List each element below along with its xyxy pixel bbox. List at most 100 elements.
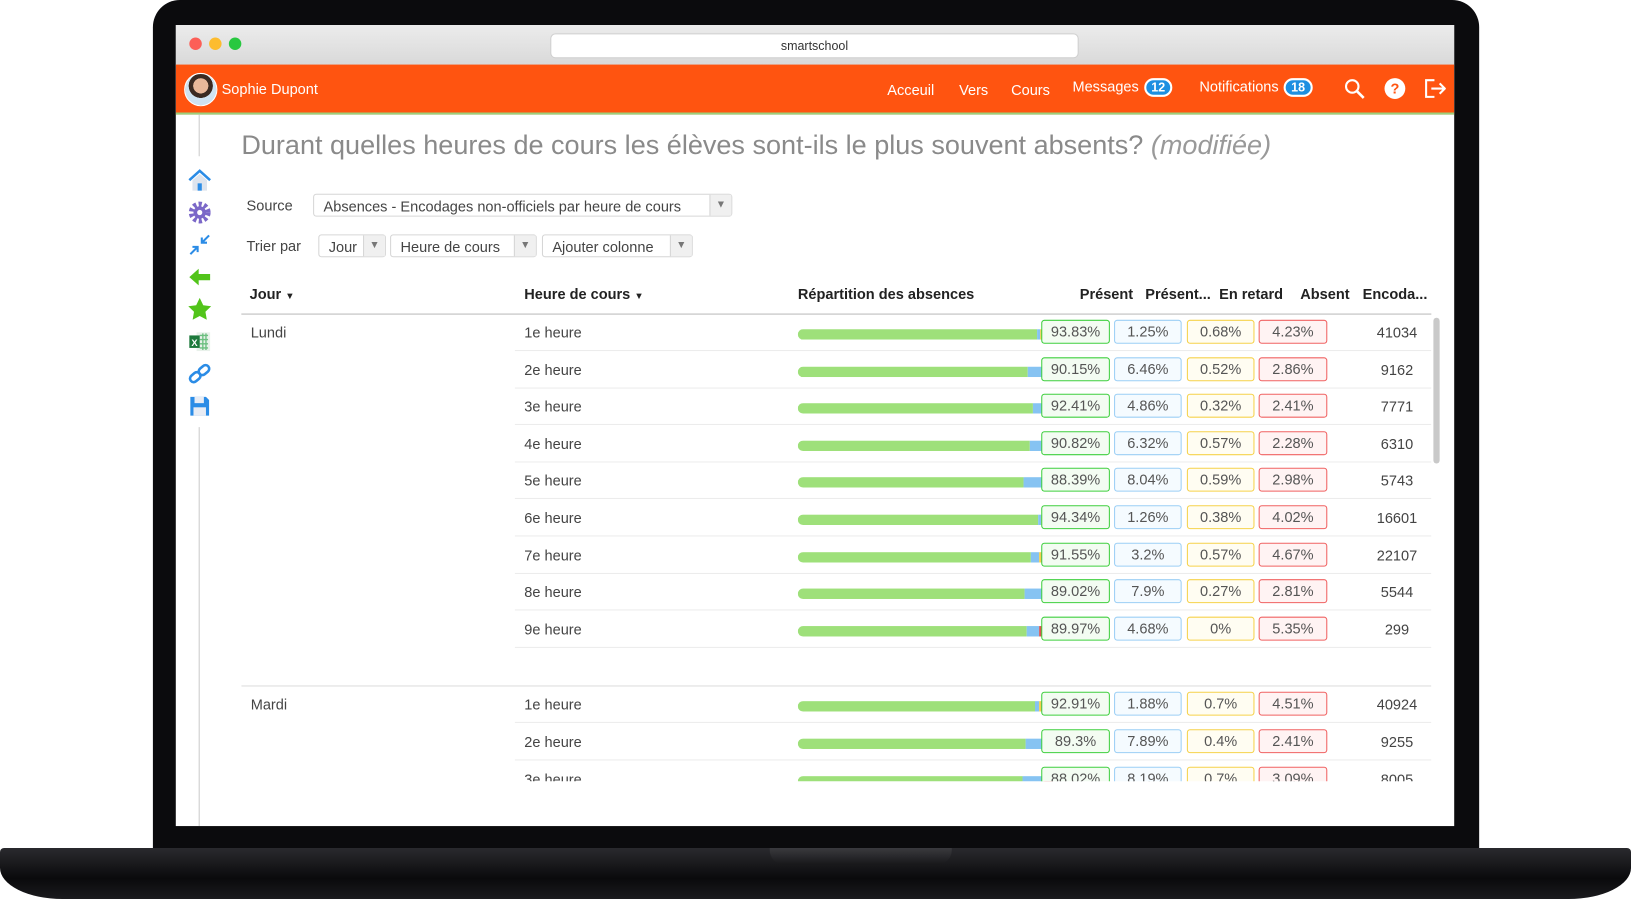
url-bar[interactable]: smartschool (550, 33, 1079, 59)
absent-value: 2.98% (1258, 468, 1328, 493)
late-value: 0.57% (1186, 431, 1255, 456)
present2-value: 1.26% (1114, 505, 1182, 530)
table-row[interactable]: 4e heure 90.82% 6.32% 0.57% 2.28% 6310 (241, 426, 1432, 463)
count-value: 8005 (1380, 770, 1414, 782)
home-icon[interactable] (187, 168, 212, 193)
nav-vers[interactable]: Vers (959, 81, 988, 98)
nav-cours[interactable]: Cours (1011, 81, 1050, 98)
hour-label: 2e heure (524, 733, 582, 751)
table-row[interactable]: 9e heure 89.97% 4.68% 0% 5.35% 299 (241, 611, 1432, 648)
count-value: 41034 (1376, 323, 1418, 341)
hour-label: 3e heure (524, 770, 582, 782)
absent-value: 2.28% (1258, 431, 1328, 456)
late-value: 0.7% (1186, 766, 1255, 782)
nav-messages[interactable]: Messages 12 (1072, 78, 1173, 97)
count-value: 9255 (1380, 733, 1414, 751)
nav-acceuil[interactable]: Acceuil (887, 81, 934, 98)
distribution-bar (797, 366, 1053, 377)
table-row[interactable]: 3e heure 92.41% 4.86% 0.32% 2.41% 7771 (241, 389, 1432, 426)
distribution-bar (797, 440, 1053, 451)
absent-value: 2.81% (1258, 579, 1328, 604)
present2-value: 7.9% (1114, 579, 1182, 604)
table-row[interactable]: 3e heure 88.02% 8.19% 0.7% 3.09% 8005 (241, 761, 1431, 782)
hour-label: 8e heure (524, 583, 582, 601)
avatar[interactable] (184, 72, 218, 107)
distribution-bar (797, 701, 1053, 712)
save-icon[interactable] (187, 394, 212, 419)
table-row[interactable]: 6e heure 94.34% 1.26% 0.38% 4.02% 16601 (241, 500, 1432, 537)
distribution-bar (797, 588, 1053, 600)
bar-segment-present (797, 551, 1032, 563)
late-value: 0% (1186, 616, 1255, 641)
page-title: Durant quelles heures de cours les élève… (241, 129, 1271, 161)
present-value: 90.15% (1041, 356, 1110, 381)
table-row[interactable]: 1e heure 92.91% 1.88% 0.7% 4.51% 40924 (241, 687, 1432, 724)
collapse-icon[interactable] (187, 232, 212, 257)
back-arrow-icon[interactable] (187, 265, 212, 290)
browser-titlebar: smartschool (175, 25, 1455, 66)
title-text: Durant quelles heures de cours les élève… (241, 129, 1144, 161)
header-day[interactable]: Jour ▼ (250, 285, 295, 302)
title-suffix: (modifiée) (1150, 129, 1272, 161)
table-row[interactable]: 8e heure 89.02% 7.9% 0.27% 2.81% 5544 (241, 574, 1432, 611)
table-row[interactable]: 5e heure 88.39% 8.04% 0.59% 2.98% 5743 (241, 463, 1432, 500)
bar-segment-present (797, 775, 1023, 782)
source-select[interactable]: Absences - Encodages non-officiels par h… (313, 193, 733, 217)
present-value: 90.82% (1041, 431, 1110, 456)
header-late[interactable]: En retard (1219, 285, 1283, 302)
header-count[interactable]: Encoda... (1363, 285, 1428, 302)
minimize-window-button[interactable] (209, 37, 222, 51)
chevron-down-icon: ▼ (363, 235, 385, 257)
sort-caret-icon: ▼ (285, 290, 295, 302)
count-value: 299 (1384, 620, 1410, 638)
late-value: 0.27% (1186, 579, 1255, 604)
nav-notifications[interactable]: Notifications 18 (1199, 78, 1313, 97)
late-value: 0.57% (1186, 542, 1255, 567)
header-present[interactable]: Présent (1080, 285, 1133, 302)
search-icon[interactable] (1343, 77, 1366, 100)
star-icon[interactable] (187, 297, 212, 322)
distribution-bar (797, 403, 1053, 414)
header-hour[interactable]: Heure de cours ▼ (524, 285, 643, 302)
bar-segment-present2 (1031, 551, 1040, 563)
close-window-button[interactable] (189, 37, 202, 51)
bar-segment-present (797, 403, 1034, 414)
table-row[interactable]: 1e heure 93.83% 1.25% 0.68% 4.23% 41034 (241, 315, 1432, 352)
logout-icon[interactable] (1423, 77, 1446, 100)
present2-value: 8.04% (1114, 468, 1182, 493)
table-row[interactable]: 2e heure 89.3% 7.89% 0.4% 2.41% 9255 (241, 724, 1432, 761)
hour-label: 2e heure (524, 361, 582, 378)
table-row[interactable]: 2e heure 90.15% 6.46% 0.52% 2.86% 9162 (241, 352, 1432, 389)
link-icon[interactable] (187, 361, 212, 386)
help-icon[interactable]: ? (1383, 77, 1406, 100)
sort-select-2[interactable]: Heure de cours ▼ (390, 234, 537, 258)
user-name[interactable]: Sophie Dupont (222, 80, 318, 97)
table-row[interactable]: 7e heure 91.55% 3.2% 0.57% 4.67% 22107 (241, 537, 1432, 574)
distribution-bar (797, 738, 1053, 749)
excel-icon[interactable]: X (187, 329, 212, 354)
bar-segment-present2 (1027, 625, 1040, 637)
maximize-window-button[interactable] (228, 37, 242, 51)
header-present2[interactable]: Présent... (1145, 285, 1211, 302)
distribution-bar (797, 514, 1053, 526)
present-value: 89.02% (1041, 579, 1110, 604)
absent-value: 4.51% (1258, 692, 1328, 717)
absent-value: 4.02% (1258, 505, 1328, 530)
sort-1-value: Jour (328, 238, 358, 256)
sort-caret-icon: ▼ (634, 290, 644, 302)
scrollbar[interactable] (1433, 317, 1440, 464)
absent-value: 2.41% (1258, 393, 1328, 418)
count-value: 40924 (1376, 696, 1418, 713)
sort-select-1[interactable]: Jour ▼ (318, 234, 386, 258)
present2-value: 1.25% (1114, 319, 1182, 344)
hour-label: 5e heure (524, 472, 582, 489)
header-absent[interactable]: Absent (1300, 285, 1349, 302)
late-value: 0.38% (1186, 505, 1255, 530)
distribution-bar (797, 329, 1053, 340)
present2-value: 4.68% (1114, 616, 1182, 641)
sort-2-value: Heure de cours (400, 238, 501, 256)
sort-label: Trier par (246, 237, 302, 255)
present2-value: 6.32% (1114, 431, 1182, 456)
gear-icon[interactable] (187, 200, 212, 225)
add-column-select[interactable]: Ajouter colonne ▼ (541, 234, 693, 258)
